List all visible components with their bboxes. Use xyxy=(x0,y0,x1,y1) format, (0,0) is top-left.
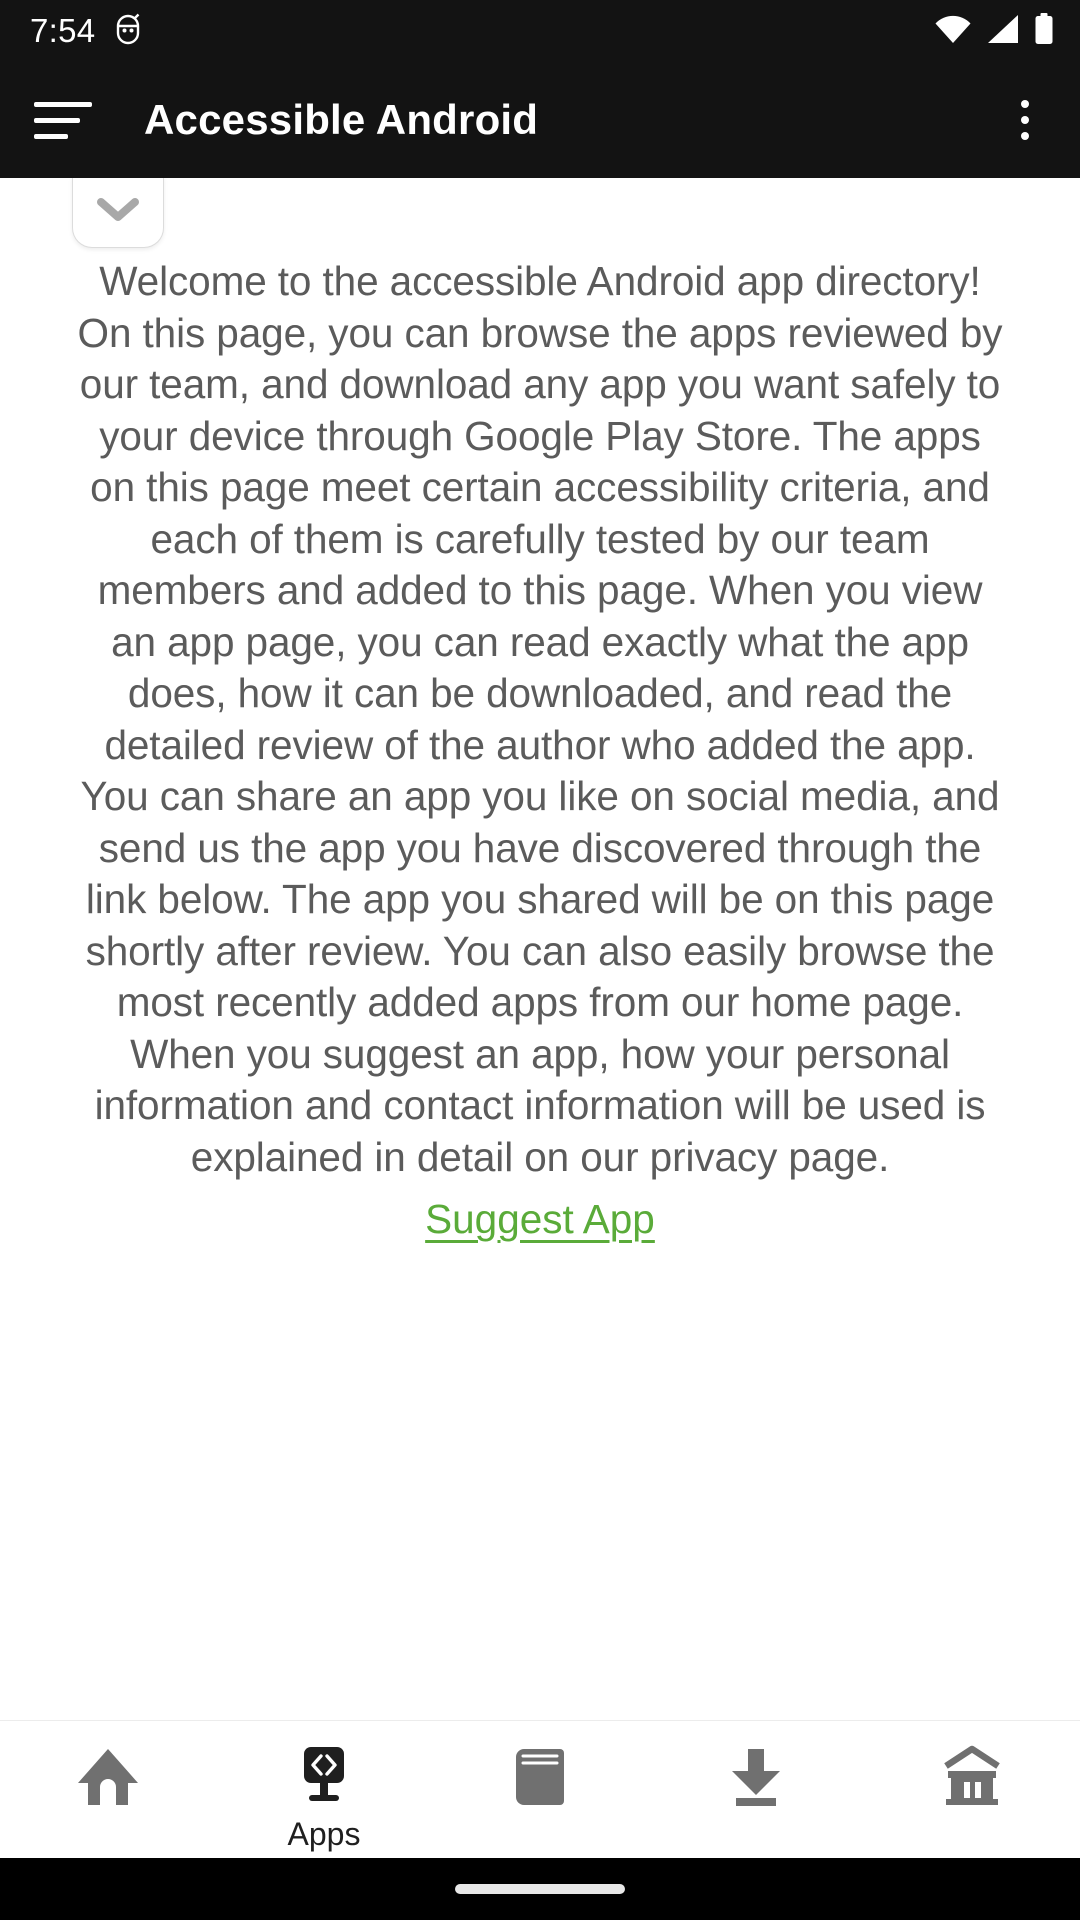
home-gesture-pill[interactable] xyxy=(455,1884,625,1894)
suggest-app-link-wrapper: Suggest App xyxy=(76,1194,1004,1246)
android-debug-icon xyxy=(113,13,143,50)
main-content: Welcome to the accessible Android app di… xyxy=(0,178,1080,1720)
download-icon xyxy=(723,1743,789,1811)
suggest-app-link[interactable]: Suggest App xyxy=(425,1196,655,1242)
status-time: 7:54 xyxy=(30,12,96,49)
bottom-navigation-bar: Apps xyxy=(0,1720,1080,1858)
nav-item-apps-label: Apps xyxy=(287,1816,361,1852)
hamburger-menu-icon[interactable] xyxy=(34,97,92,143)
phone-screen: 7:54 Accessible Android Welcome to the a… xyxy=(0,0,1080,1920)
nav-item-download[interactable] xyxy=(648,1721,864,1859)
wifi-icon xyxy=(934,14,972,49)
collapse-toggle-button[interactable] xyxy=(72,178,164,248)
status-bar-left: 7:54 xyxy=(30,12,143,50)
apps-monitor-code-icon xyxy=(291,1743,357,1811)
bank-institution-icon xyxy=(939,1743,1005,1811)
page-title: Accessible Android xyxy=(144,96,539,143)
nav-item-home[interactable] xyxy=(0,1721,216,1859)
system-navigation-bar xyxy=(0,1858,1080,1920)
status-bar-right xyxy=(934,12,1054,50)
status-bar: 7:54 xyxy=(0,0,1080,62)
more-vertical-icon[interactable] xyxy=(998,90,1052,150)
nav-item-bank[interactable] xyxy=(864,1721,1080,1859)
book-icon xyxy=(510,1743,570,1811)
nav-item-apps[interactable]: Apps xyxy=(216,1721,432,1859)
battery-icon xyxy=(1034,12,1054,50)
content-body: Welcome to the accessible Android app di… xyxy=(0,178,1080,1246)
cellular-signal-icon xyxy=(986,14,1020,49)
app-bar: Accessible Android xyxy=(0,62,1080,178)
chevron-down-icon xyxy=(96,195,140,228)
intro-paragraph: Welcome to the accessible Android app di… xyxy=(77,258,1003,1180)
home-icon xyxy=(74,1743,142,1811)
nav-item-book[interactable] xyxy=(432,1721,648,1859)
